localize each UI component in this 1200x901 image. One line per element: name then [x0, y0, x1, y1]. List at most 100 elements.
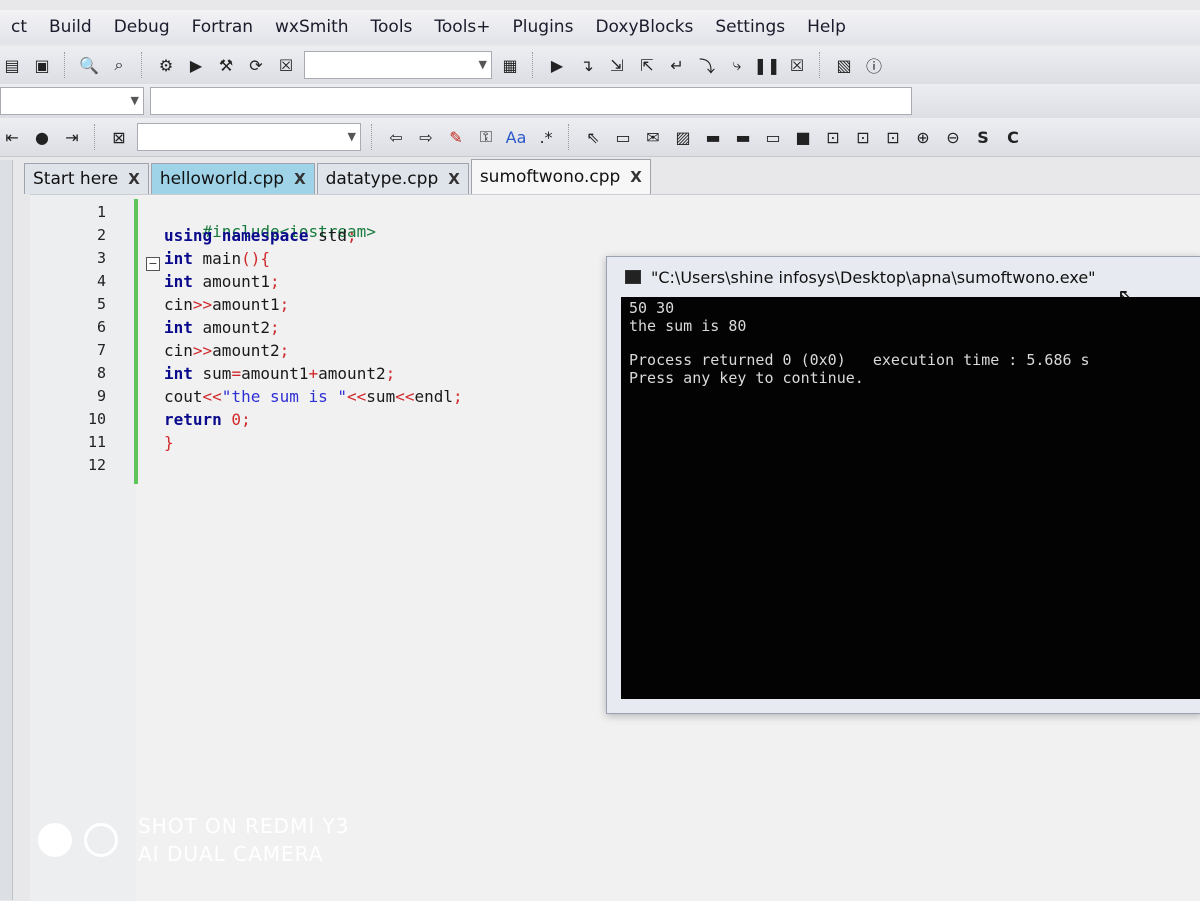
run-icon[interactable]: ▶: [184, 53, 208, 77]
code-token: main: [192, 249, 242, 268]
frame-2-icon[interactable]: ⊡: [851, 125, 875, 149]
layout-2-icon[interactable]: ▬: [731, 125, 755, 149]
debug-run-icon[interactable]: ▶: [545, 53, 569, 77]
c-icon[interactable]: C: [1001, 125, 1025, 149]
code-token: ;: [347, 226, 357, 245]
tab-start-here[interactable]: Start here X: [24, 163, 149, 194]
menu-build[interactable]: Build: [38, 17, 103, 37]
step-instruction-icon[interactable]: ⤵: [695, 53, 719, 77]
code-line: int amount1;: [164, 272, 280, 291]
menu-tools-plus[interactable]: Tools+: [423, 17, 501, 37]
info-icon[interactable]: ⓘ: [862, 53, 886, 77]
tab-sumoftwono[interactable]: sumoftwono.cpp X: [470, 159, 651, 194]
regex-icon[interactable]: .*: [534, 125, 558, 149]
step-out-icon[interactable]: ⇱: [635, 53, 659, 77]
toolbar-separator: [819, 52, 822, 78]
watermark-line-1: SHOT ON REDMI Y3: [138, 814, 350, 838]
code-token: +: [308, 364, 319, 383]
stop-icon[interactable]: ☒: [274, 53, 298, 77]
code-line: cin>>amount1;: [164, 295, 289, 314]
tab-datatype[interactable]: datatype.cpp X: [316, 163, 469, 194]
next-bookmark-icon[interactable]: ⇥: [60, 125, 84, 149]
debug-window-icon[interactable]: ▧: [832, 53, 856, 77]
line-number: 5: [96, 295, 106, 313]
prev-bookmark-icon[interactable]: ⇤: [0, 125, 24, 149]
edit-doc-icon[interactable]: ▨: [671, 125, 695, 149]
menu-fortran[interactable]: Fortran: [181, 17, 264, 37]
menu-tools[interactable]: Tools: [360, 17, 424, 37]
pause-icon[interactable]: ❚❚: [754, 53, 781, 77]
menu-debug[interactable]: Debug: [103, 17, 181, 37]
console-output[interactable]: 50 30 the sum is 80 Process returned 0 (…: [621, 297, 1200, 699]
code-token: 0: [221, 410, 242, 429]
chevron-down-icon: ▼: [478, 58, 487, 71]
layout-3-icon[interactable]: ▭: [761, 125, 785, 149]
s-icon[interactable]: S: [971, 125, 995, 149]
close-icon[interactable]: X: [128, 170, 140, 188]
close-icon[interactable]: X: [448, 170, 460, 188]
menu-help[interactable]: Help: [796, 17, 857, 37]
layout-4-icon[interactable]: ■: [791, 125, 815, 149]
close-icon[interactable]: X: [294, 170, 306, 188]
layout-1-icon[interactable]: ▬: [701, 125, 725, 149]
code-line: int amount2;: [164, 318, 280, 337]
next-instruction-icon[interactable]: ↵: [665, 53, 689, 77]
toolbar-separator: [568, 124, 571, 150]
match-case-icon[interactable]: Aa: [504, 125, 528, 149]
rebuild-icon[interactable]: ⟳: [244, 53, 268, 77]
frame-1-icon[interactable]: ⊡: [821, 125, 845, 149]
menu-settings[interactable]: Settings: [704, 17, 796, 37]
tab-helloworld[interactable]: helloworld.cpp X: [150, 163, 315, 194]
console-window[interactable]: "C:\Users\shine infosys\Desktop\apna\sum…: [606, 256, 1200, 714]
highlight-icon[interactable]: ✎: [444, 125, 468, 149]
select-icon[interactable]: ⇖: [581, 125, 605, 149]
replace-icon[interactable]: ⚿: [474, 125, 498, 149]
line-number: 8: [96, 364, 106, 382]
change-bar: [134, 199, 138, 484]
step-into-icon[interactable]: ⇲: [605, 53, 629, 77]
code-token: ;: [269, 272, 280, 291]
menu-project[interactable]: ct: [0, 17, 38, 37]
build-run-icon[interactable]: ⚒: [214, 53, 238, 77]
code-token: return: [164, 410, 222, 429]
show-targets-icon[interactable]: ▦: [498, 53, 522, 77]
watermark-text: SHOT ON REDMI Y3 AI DUAL CAMERA: [138, 812, 350, 868]
code-token: amount2: [318, 364, 386, 383]
back-icon[interactable]: ⇦: [384, 125, 408, 149]
tab-label: Start here: [33, 169, 119, 189]
zoom-out-icon[interactable]: ⊖: [941, 125, 965, 149]
code-token: >>: [192, 295, 213, 314]
console-title-bar[interactable]: "C:\Users\shine infosys\Desktop\apna\sum…: [607, 257, 1200, 297]
line-number: 9: [96, 387, 106, 405]
build-target-select[interactable]: ▼: [304, 51, 492, 79]
forward-icon[interactable]: ⇨: [414, 125, 438, 149]
clear-icon[interactable]: ⊠: [107, 125, 131, 149]
editor-tabs: Start here X helloworld.cpp X datatype.c…: [24, 159, 653, 194]
zoom-in-icon[interactable]: ⊕: [911, 125, 935, 149]
menu-wxsmith[interactable]: wxSmith: [264, 17, 359, 37]
scope-select[interactable]: ▼: [0, 87, 144, 115]
toggle-bookmark-icon[interactable]: ●: [30, 125, 54, 149]
open-icon[interactable]: ▣: [30, 53, 54, 77]
close-icon[interactable]: X: [630, 168, 642, 186]
menu-doxyblocks[interactable]: DoxyBlocks: [584, 17, 704, 37]
stop-debug-icon[interactable]: ☒: [785, 53, 809, 77]
gear-icon[interactable]: ⚙: [154, 53, 178, 77]
file-icon[interactable]: ▤: [0, 53, 24, 77]
management-panel-edge: [0, 160, 13, 900]
search-input[interactable]: ▼: [137, 123, 361, 151]
code-token: >>: [192, 341, 213, 360]
frame-3-icon[interactable]: ⊡: [881, 125, 905, 149]
fold-toggle[interactable]: −: [146, 257, 160, 271]
box-icon[interactable]: ▭: [611, 125, 635, 149]
envelope-icon[interactable]: ✉: [641, 125, 665, 149]
code-token: cin: [164, 341, 193, 360]
function-select[interactable]: [150, 87, 912, 115]
search-icon[interactable]: 🔍: [77, 53, 101, 77]
break-icon[interactable]: ⤷: [725, 53, 749, 77]
next-line-icon[interactable]: ↴: [575, 53, 599, 77]
find-replace-icon[interactable]: ⌕: [107, 53, 131, 77]
console-app-icon: [625, 270, 641, 284]
menu-plugins[interactable]: Plugins: [502, 17, 585, 37]
code-token: amount1: [192, 272, 270, 291]
